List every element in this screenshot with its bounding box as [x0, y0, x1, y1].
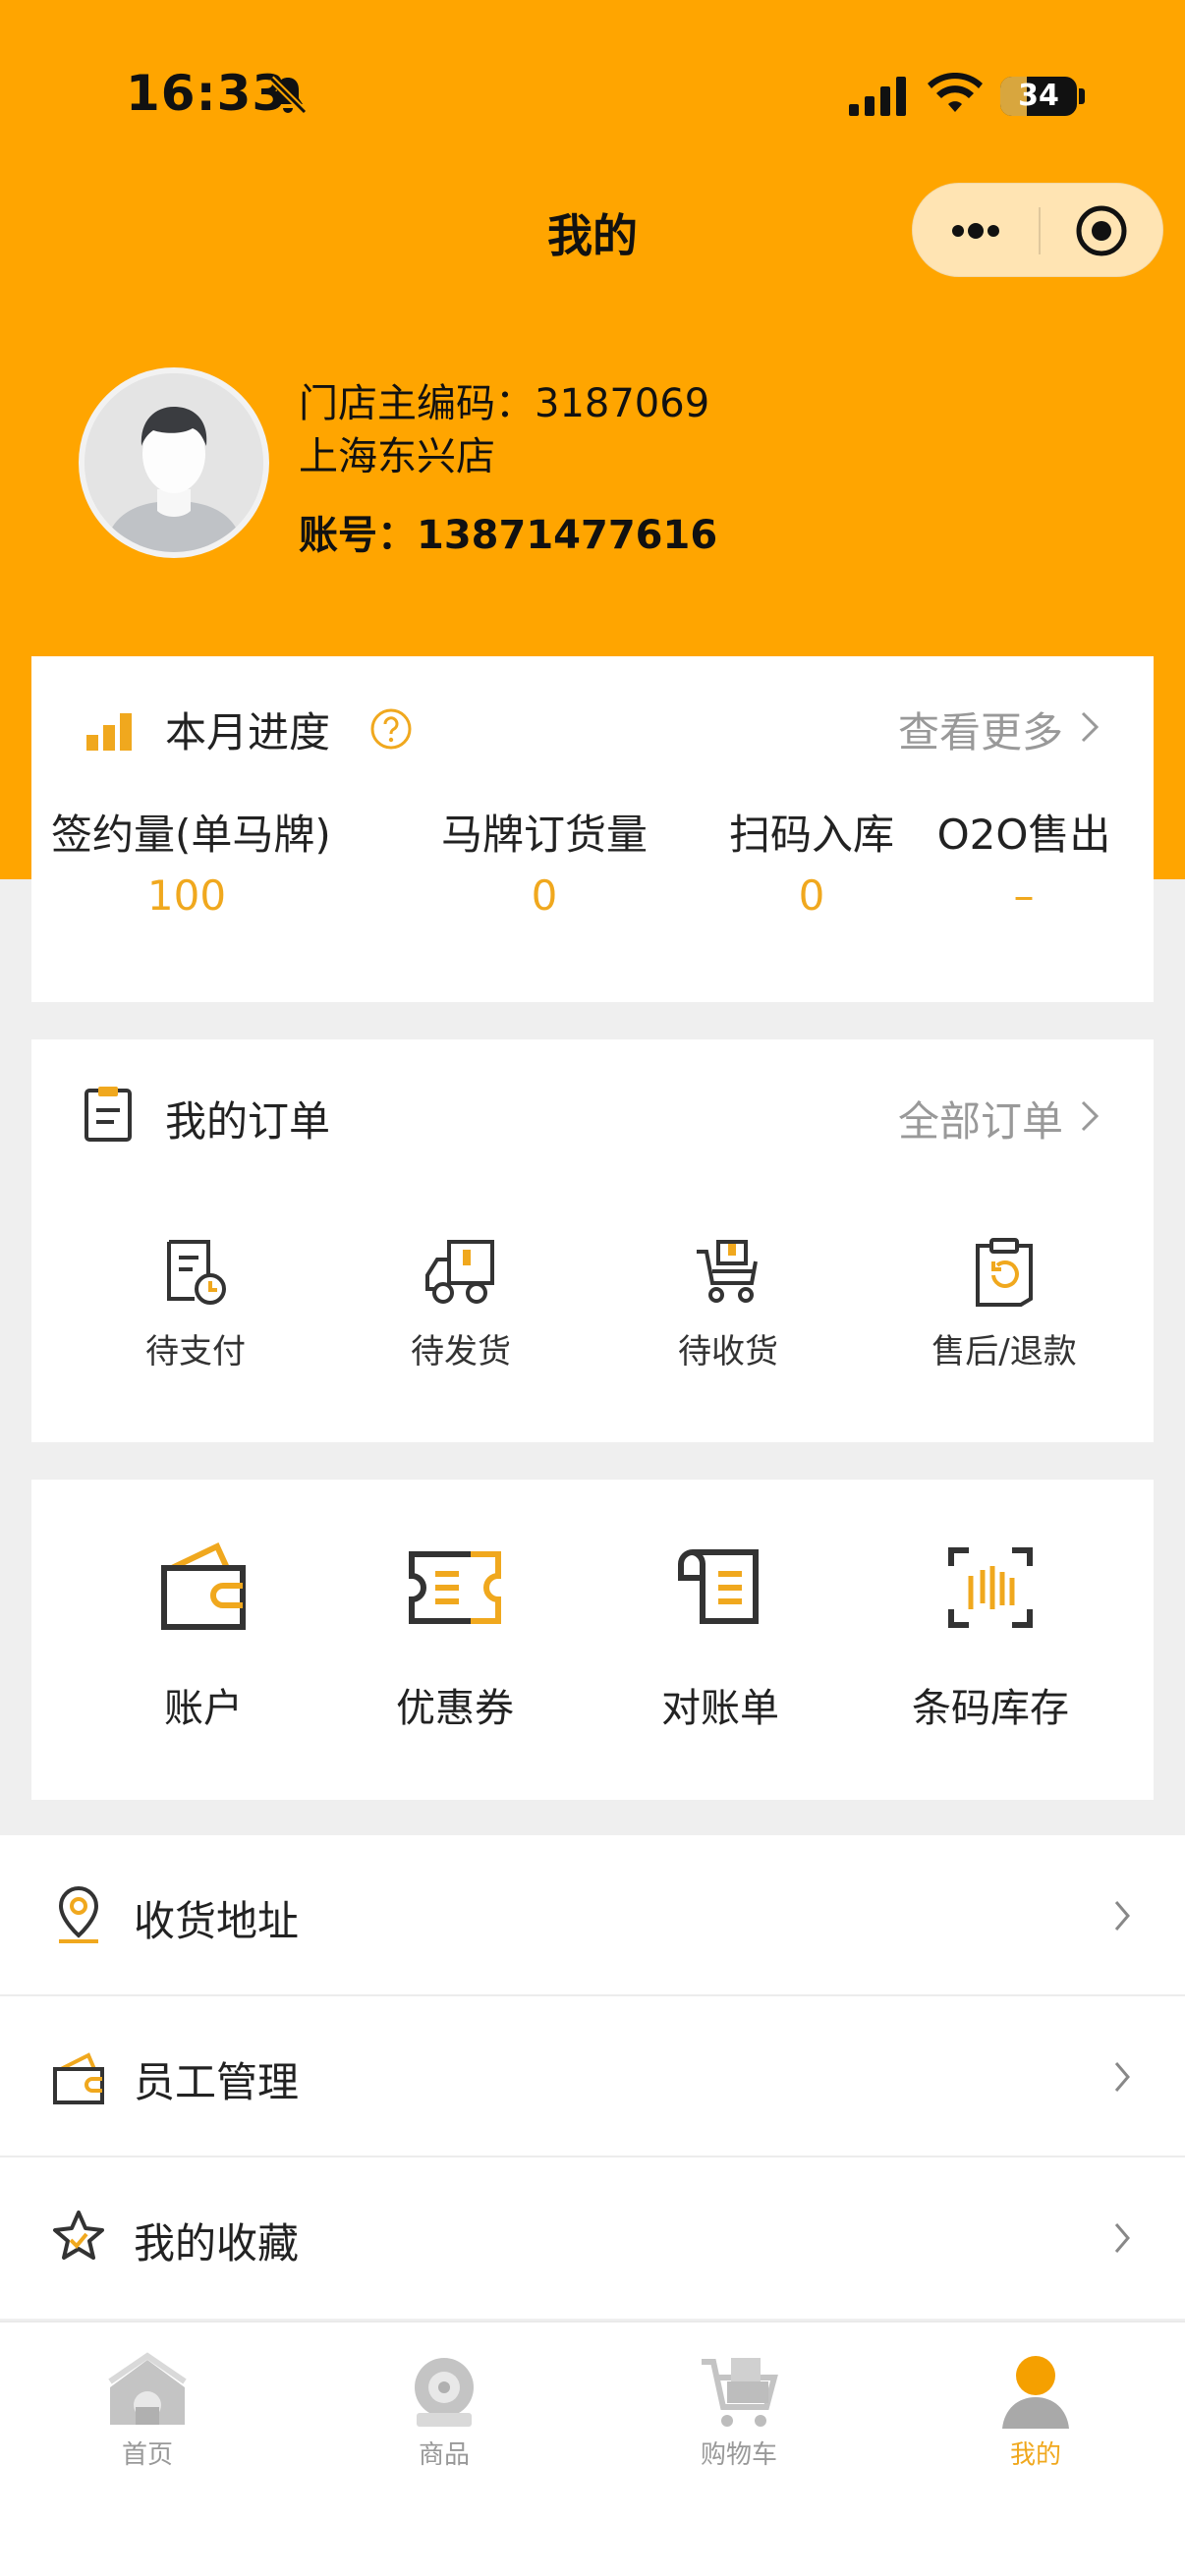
- list-item-shipping-address[interactable]: 收货地址: [0, 1835, 1185, 1996]
- stat-label: 马牌订货量: [440, 811, 648, 859]
- cart-delivery-icon: [697, 1240, 758, 1303]
- progress-stats: 签约量(单马牌) 100 马牌订货量 0 扫码入库 0 O2O售出 –: [31, 802, 1154, 920]
- tool-label: 条码库存: [912, 1686, 1069, 1731]
- tab-label: 商品: [418, 2440, 470, 2470]
- mini-program-capsule: [912, 183, 1163, 277]
- order-pending-receipt[interactable]: 待收货: [635, 1236, 821, 1372]
- more-icon[interactable]: [944, 211, 1007, 251]
- tab-label: 购物车: [700, 2440, 777, 2470]
- user-icon: [1002, 2356, 1069, 2429]
- chevron-right-icon[interactable]: [1079, 1096, 1102, 1136]
- list-label: 员工管理: [134, 2058, 300, 2106]
- bottom-tab-bar: 首页 商品 购物车 我的: [0, 2321, 1185, 2576]
- settings-list: 收货地址 员工管理 我的收藏: [0, 1835, 1185, 2319]
- chevron-right-icon[interactable]: [1079, 707, 1102, 747]
- close-target-icon[interactable]: [1074, 203, 1129, 258]
- statement-icon: [678, 1549, 759, 1624]
- star-icon: [53, 2211, 104, 2260]
- tool-coupon[interactable]: 优惠券: [342, 1540, 568, 1733]
- store-name: 上海东兴店: [299, 434, 495, 479]
- coupon-icon: [409, 1551, 501, 1624]
- tool-statement[interactable]: 对账单: [607, 1540, 833, 1733]
- battery-level: 34: [1018, 79, 1059, 113]
- cellular-signal-icon: [849, 77, 906, 116]
- order-label: 待收货: [678, 1332, 778, 1372]
- chevron-right-icon: [1114, 2062, 1130, 2092]
- location-pin-icon: [58, 1885, 99, 1943]
- tools-card: 账户 优惠券 对账单 条码库存: [31, 1480, 1154, 1800]
- stat-value: –: [1013, 871, 1035, 920]
- progress-title: 本月进度: [165, 708, 331, 756]
- tab-mine[interactable]: 我的: [967, 2352, 1104, 2471]
- tab-products[interactable]: 商品: [375, 2352, 513, 2471]
- order-pending-shipment[interactable]: 待发货: [367, 1236, 554, 1372]
- cart-icon: [702, 2358, 778, 2427]
- stat-value: 0: [531, 871, 558, 920]
- my-orders-card: 我的订单 全部订单 待支付 待发货 待收货 售后/退款: [31, 1039, 1154, 1442]
- wifi-icon: [928, 73, 983, 112]
- order-label: 售后/退款: [931, 1332, 1077, 1372]
- wallet-icon: [53, 2052, 104, 2104]
- chevron-right-icon: [1114, 1901, 1130, 1931]
- tab-label: 首页: [121, 2440, 173, 2470]
- status-time: 16:33: [126, 65, 288, 122]
- wallet-icon: [161, 1541, 246, 1630]
- tab-cart[interactable]: 购物车: [670, 2352, 808, 2471]
- order-label: 待发货: [411, 1332, 511, 1372]
- home-icon: [108, 2352, 187, 2425]
- pending-payment-icon: [167, 1240, 226, 1305]
- list-item-staff-management[interactable]: 员工管理: [0, 1996, 1185, 2157]
- list-item-my-favorites[interactable]: 我的收藏: [0, 2157, 1185, 2319]
- truck-icon: [425, 1240, 494, 1304]
- avatar[interactable]: [79, 367, 269, 558]
- capsule-divider: [1039, 207, 1041, 254]
- store-code: 门店主编码：3187069: [299, 381, 710, 426]
- help-icon[interactable]: [369, 707, 413, 751]
- order-label: 待支付: [145, 1332, 246, 1372]
- refund-clipboard-icon: [976, 1238, 1033, 1307]
- tab-home[interactable]: 首页: [79, 2352, 216, 2471]
- all-orders-link[interactable]: 全部订单: [898, 1089, 1063, 1148]
- stat-scan-inbound[interactable]: 扫码入库 0: [684, 802, 939, 920]
- stat-order-volume[interactable]: 马牌订货量 0: [417, 802, 672, 920]
- bar-chart-icon: [86, 713, 132, 751]
- chevron-right-icon: [1114, 2223, 1130, 2253]
- tab-label: 我的: [1009, 2440, 1061, 2470]
- stat-o2o-sold[interactable]: O2O售出 –: [916, 802, 1132, 920]
- stat-value: 100: [146, 871, 227, 920]
- view-more-link[interactable]: 查看更多: [898, 700, 1063, 759]
- tool-label: 对账单: [661, 1686, 779, 1731]
- monthly-progress-card: 本月进度 查看更多 签约量(单马牌) 100 马牌订货量 0 扫码入库 0 O2…: [31, 656, 1154, 1002]
- default-avatar-icon: [85, 373, 263, 552]
- list-label: 收货地址: [134, 1897, 300, 1945]
- tool-label: 优惠券: [396, 1686, 514, 1731]
- list-label: 我的收藏: [134, 2219, 300, 2268]
- order-pending-payment[interactable]: 待支付: [102, 1236, 289, 1372]
- stat-label: 签约量(单马牌): [51, 811, 331, 859]
- barcode-scan-icon: [948, 1547, 1033, 1628]
- tool-account[interactable]: 账户: [90, 1540, 316, 1733]
- account-number: 账号：13871477616: [299, 513, 718, 558]
- stat-label: 扫码入库: [728, 811, 894, 859]
- bell-muted-icon: [268, 76, 308, 115]
- stat-value: 0: [798, 871, 825, 920]
- status-bar: 16:33 34: [0, 0, 1185, 196]
- clipboard-icon: [85, 1087, 132, 1142]
- battery-tip: [1079, 88, 1085, 104]
- orders-title: 我的订单: [165, 1097, 331, 1146]
- battery-indicator: 34: [1000, 77, 1077, 116]
- tool-barcode-inventory[interactable]: 条码库存: [863, 1540, 1118, 1733]
- tool-label: 账户: [164, 1686, 243, 1731]
- order-after-sales[interactable]: 售后/退款: [896, 1236, 1112, 1372]
- stat-signed-volume[interactable]: 签约量(单马牌) 100: [51, 802, 331, 920]
- tire-icon: [415, 2358, 474, 2427]
- stat-label: O2O售出: [936, 811, 1111, 859]
